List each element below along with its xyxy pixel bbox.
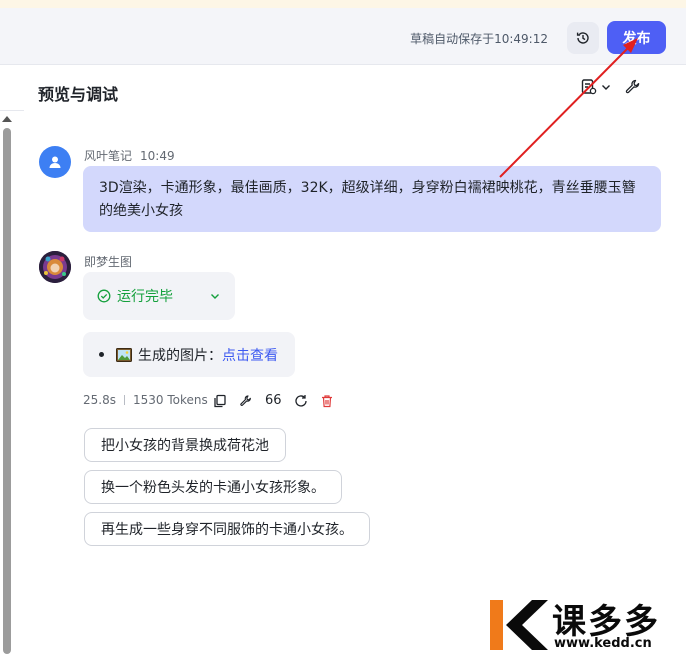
message-actions: 66 bbox=[213, 393, 334, 408]
chevron-down-icon bbox=[211, 294, 219, 299]
user-name: 风叶笔记 bbox=[84, 149, 133, 163]
watermark-logo bbox=[490, 600, 548, 650]
picture-icon bbox=[116, 347, 132, 362]
generated-image-prefix: 生成的图片： bbox=[138, 347, 222, 364]
user-icon bbox=[49, 156, 61, 168]
regenerate-icon[interactable] bbox=[294, 394, 308, 408]
suggestion-button-1[interactable]: 把小女孩的背景换成荷花池 bbox=[84, 428, 286, 462]
wrench-icon bbox=[625, 79, 640, 94]
debug-tools-button[interactable] bbox=[624, 78, 642, 96]
quote-button[interactable]: 66 bbox=[265, 393, 282, 408]
watermark-url: www.kedd.cn bbox=[554, 636, 652, 651]
sidebar-divider bbox=[0, 110, 24, 111]
publish-button[interactable]: 发布 bbox=[607, 21, 666, 54]
chevron-down-icon bbox=[602, 85, 610, 90]
suggestion-button-3[interactable]: 再生成一些身穿不同服饰的卡通小女孩。 bbox=[84, 512, 370, 546]
copy-icon[interactable] bbox=[213, 394, 227, 408]
user-avatar bbox=[39, 146, 71, 178]
wrench-icon[interactable] bbox=[239, 394, 253, 408]
debug-settings-dropdown[interactable] bbox=[580, 78, 612, 96]
bot-name: 即梦生图 bbox=[84, 255, 133, 269]
watermark: 课多多 www.kedd.cn bbox=[486, 596, 686, 654]
editor-header: 草稿自动保存于10:49:12 发布 bbox=[0, 8, 686, 65]
panel-title: 预览与调试 bbox=[38, 85, 119, 104]
generated-image-card: 生成的图片： 点击查看 bbox=[83, 332, 295, 377]
list-bullet bbox=[99, 352, 104, 357]
token-count: 1530 Tokens bbox=[132, 393, 208, 407]
scroll-up-arrow[interactable] bbox=[2, 116, 12, 122]
bot-avatar bbox=[39, 251, 71, 283]
bot-avatar-image bbox=[39, 251, 71, 283]
settings-doc-icon bbox=[581, 79, 597, 95]
response-stats: 25.8s 1530 Tokens bbox=[83, 393, 208, 407]
run-status-label: 运行完毕 bbox=[117, 289, 173, 305]
run-status-toggle[interactable]: 运行完毕 bbox=[83, 272, 235, 320]
stats-divider bbox=[123, 395, 125, 405]
view-image-link[interactable]: 点击查看 bbox=[222, 345, 278, 365]
user-message-bubble: 3D渲染，卡通形象，最佳画质，32K，超级详细，身穿粉白襦裙映桃花，青丝垂腰玉簪… bbox=[83, 166, 661, 232]
message-time: 10:49 bbox=[140, 149, 175, 163]
autosave-status: 草稿自动保存于10:49:12 bbox=[410, 32, 548, 46]
user-message-meta: 风叶笔记 10:49 bbox=[84, 147, 175, 164]
response-duration: 25.8s bbox=[83, 393, 116, 407]
delete-icon[interactable] bbox=[320, 394, 334, 408]
suggestion-button-2[interactable]: 换一个粉色头发的卡通小女孩形象。 bbox=[84, 470, 342, 504]
scrollbar-thumb[interactable] bbox=[3, 128, 11, 654]
top-notice-strip bbox=[0, 0, 686, 8]
history-icon bbox=[576, 32, 589, 44]
panel-toolbar bbox=[580, 78, 642, 96]
history-button[interactable] bbox=[567, 22, 599, 54]
check-circle-icon bbox=[97, 289, 111, 303]
